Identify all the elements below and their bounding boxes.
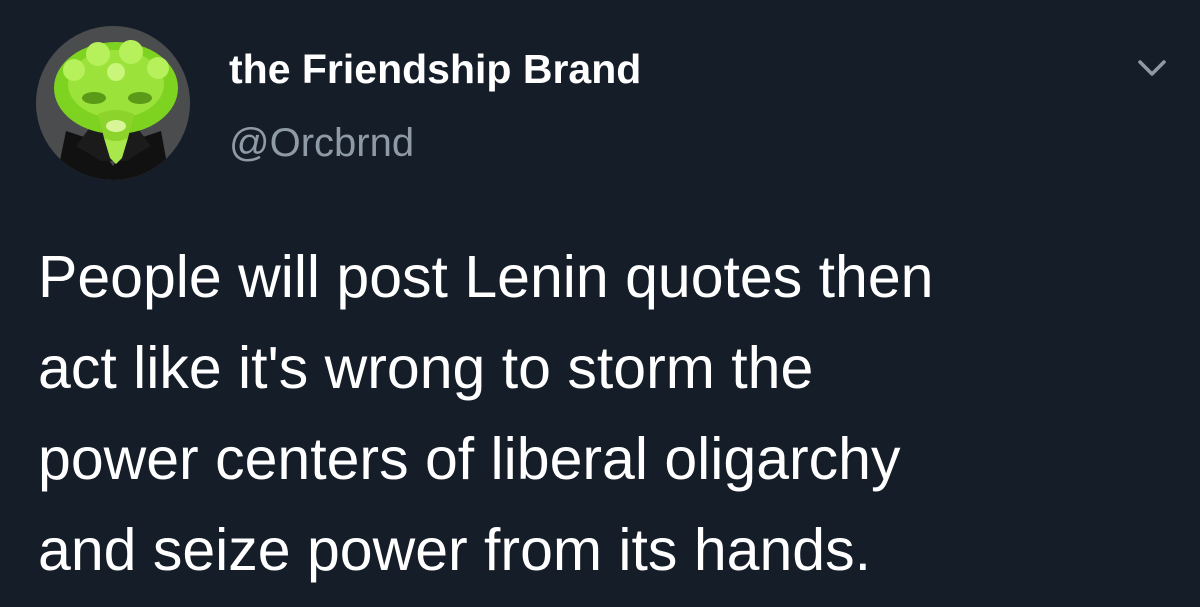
tweet-text: People will post Lenin quotes then act l… [38, 244, 934, 583]
display-name[interactable]: the Friendship Brand [229, 44, 641, 94]
chevron-down-icon[interactable] [1130, 52, 1174, 84]
avatar[interactable] [36, 26, 190, 180]
tweet-card: the Friendship Brand @Orcbrnd People wil… [0, 0, 1200, 607]
orc-mask-avatar-icon [36, 26, 190, 180]
user-handle[interactable]: @Orcbrnd [229, 118, 414, 168]
